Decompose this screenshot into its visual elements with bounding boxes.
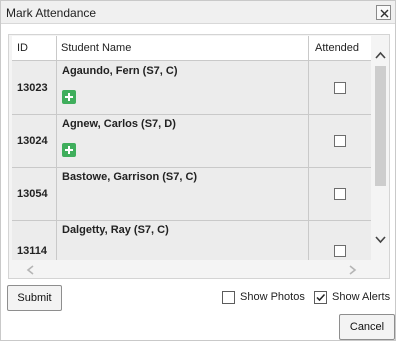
plus-icon[interactable] <box>62 90 76 104</box>
student-name[interactable]: Agaundo, Fern (S7, C) <box>62 65 178 77</box>
student-name[interactable]: Dalgetty, Ray (S7, C) <box>62 224 169 236</box>
show-photos-checkbox[interactable] <box>222 291 235 304</box>
scroll-left-icon[interactable] <box>26 265 34 275</box>
horizontal-scrollbar[interactable] <box>12 261 371 278</box>
student-id: 13023 <box>17 82 48 94</box>
attended-checkbox[interactable] <box>334 135 346 147</box>
submit-button[interactable]: Submit <box>7 285 62 311</box>
student-name[interactable]: Agnew, Carlos (S7, D) <box>62 118 176 130</box>
dialog-titlebar: Mark Attendance <box>1 1 395 24</box>
student-id: 13024 <box>17 135 48 147</box>
header-student-name[interactable]: Student Name <box>61 36 131 61</box>
attendance-grid: ID Student Name Attended 13023 Agaundo, F… <box>8 34 390 279</box>
show-photos-label[interactable]: Show Photos <box>240 291 305 303</box>
table-row[interactable]: 13054 Bastowe, Garrison (S7, C) <box>12 168 371 221</box>
attended-checkbox[interactable] <box>334 82 346 94</box>
student-id: 13114 <box>17 245 47 257</box>
student-name[interactable]: Bastowe, Garrison (S7, C) <box>62 171 197 183</box>
scroll-down-icon[interactable] <box>375 236 386 244</box>
attendance-table: ID Student Name Attended 13023 Agaundo, F… <box>12 36 371 260</box>
dialog-title: Mark Attendance <box>6 6 97 20</box>
show-alerts-label[interactable]: Show Alerts <box>332 291 390 303</box>
scroll-up-icon[interactable] <box>375 51 386 59</box>
scrollbar-thumb[interactable] <box>375 66 386 186</box>
table-header: ID Student Name Attended <box>12 36 371 61</box>
attended-checkbox[interactable] <box>334 188 346 200</box>
attended-checkbox[interactable] <box>334 245 346 257</box>
scroll-right-icon[interactable] <box>349 265 357 275</box>
header-id[interactable]: ID <box>17 36 28 61</box>
cancel-button[interactable]: Cancel <box>339 314 395 340</box>
header-attended[interactable]: Attended <box>315 36 359 61</box>
show-alerts-checkbox[interactable] <box>314 291 327 304</box>
close-icon[interactable] <box>376 5 391 20</box>
plus-icon[interactable] <box>62 143 76 157</box>
table-row[interactable]: 13114 Dalgetty, Ray (S7, C) <box>12 221 371 260</box>
checkmark-icon <box>316 293 326 302</box>
column-divider <box>308 36 309 260</box>
table-row[interactable]: 13023 Agaundo, Fern (S7, C) <box>12 62 371 115</box>
vertical-scrollbar[interactable] <box>372 36 389 260</box>
student-id: 13054 <box>17 188 48 200</box>
table-row[interactable]: 13024 Agnew, Carlos (S7, D) <box>12 115 371 168</box>
column-divider <box>56 36 57 260</box>
mark-attendance-dialog: Mark Attendance ID Student Name Attended… <box>0 0 396 341</box>
